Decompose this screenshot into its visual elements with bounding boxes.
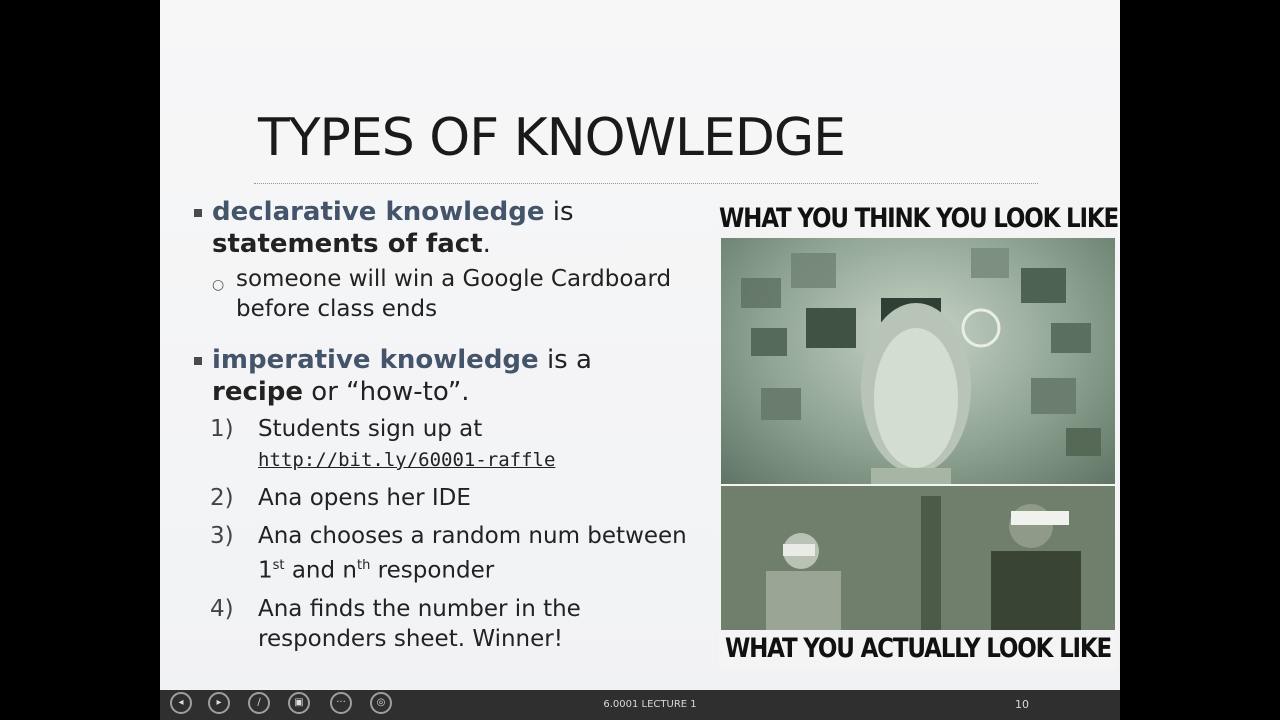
meme-panel-vr-expectation bbox=[721, 238, 1115, 484]
pen-tool-button[interactable]: ∕ bbox=[248, 692, 270, 714]
term-declarative: declarative knowledge bbox=[212, 197, 545, 227]
slide-body: declarative knowledge is statements of f… bbox=[190, 196, 690, 654]
square-bullet-icon bbox=[194, 357, 202, 365]
step-3: 3) Ana chooses a random num between 1st … bbox=[190, 521, 690, 586]
step-sup-th: th bbox=[357, 558, 371, 573]
bullet2-bold: recipe bbox=[212, 377, 304, 407]
bullet2-end: or “how-to”. bbox=[303, 377, 470, 407]
step-text: Ana opens her IDE bbox=[258, 485, 471, 511]
bullet1-end: . bbox=[482, 229, 491, 259]
title-divider bbox=[254, 183, 1038, 184]
meme-panel-vr-reality bbox=[721, 486, 1115, 630]
previous-slide-button[interactable]: ◂ bbox=[170, 692, 192, 714]
step-number: 2) bbox=[210, 485, 234, 511]
step-text: Students sign up at bbox=[258, 416, 483, 442]
sub1-text: someone will win a Google Cardboard befo… bbox=[236, 266, 672, 322]
bullet1-bold: statements of fact bbox=[212, 229, 483, 259]
slide-number: 10 bbox=[1015, 698, 1029, 711]
step-text: Ana finds the number in the responders s… bbox=[258, 595, 581, 652]
meme-top-caption: WHAT YOU THINK YOU LOOK LIKE bbox=[719, 204, 1119, 234]
see-all-slides-button[interactable]: ▣ bbox=[288, 692, 310, 714]
step-text-post: responder bbox=[370, 557, 495, 584]
more-options-button[interactable]: ··· bbox=[330, 692, 352, 714]
bullet-declarative: declarative knowledge is statements of f… bbox=[190, 196, 690, 260]
step-2: 2) Ana opens her IDE bbox=[190, 483, 690, 513]
meme-image: WHAT YOU THINK YOU LOOK LIKE WHAT YOU AC… bbox=[719, 200, 1119, 670]
bullet1-mid: is bbox=[544, 197, 574, 227]
step-number: 1) bbox=[210, 416, 234, 442]
step-number: 3) bbox=[210, 523, 234, 549]
step-number: 4) bbox=[210, 595, 234, 622]
floating-screens-illustration bbox=[741, 248, 1101, 484]
bullet2-mid: is a bbox=[538, 345, 592, 375]
presenter-toolbar: ◂ ▸ ∕ ▣ ··· ◎ 6.0001 LECTURE 1 10 bbox=[160, 690, 1120, 720]
square-bullet-icon bbox=[194, 209, 202, 217]
lecture-label: 6.0001 LECTURE 1 bbox=[603, 699, 697, 710]
sub-bullet-cardboard: ○ someone will win a Google Cardboard be… bbox=[190, 264, 690, 324]
raffle-link[interactable]: http://bit.ly/60001-raffle bbox=[258, 449, 555, 471]
slide: TYPES OF KNOWLEDGE declarative knowledge… bbox=[160, 0, 1120, 720]
step-1: 1) Students sign up at http://bit.ly/600… bbox=[190, 414, 690, 475]
step-text-mid: and n bbox=[284, 557, 357, 584]
term-imperative: imperative knowledge bbox=[212, 345, 539, 375]
step-sup-st: st bbox=[272, 558, 285, 573]
step-4: 4) Ana finds the number in the responder… bbox=[190, 594, 690, 654]
people-with-headsets-photo bbox=[721, 486, 1115, 630]
zoom-button[interactable]: ◎ bbox=[370, 692, 392, 714]
slide-title: TYPES OF KNOWLEDGE bbox=[258, 108, 846, 168]
meme-bottom-caption: WHAT YOU ACTUALLY LOOK LIKE bbox=[724, 634, 1112, 664]
bullet-imperative: imperative knowledge is a recipe or “how… bbox=[190, 344, 690, 408]
next-slide-button[interactable]: ▸ bbox=[208, 692, 230, 714]
ring-bullet-icon: ○ bbox=[212, 277, 225, 293]
